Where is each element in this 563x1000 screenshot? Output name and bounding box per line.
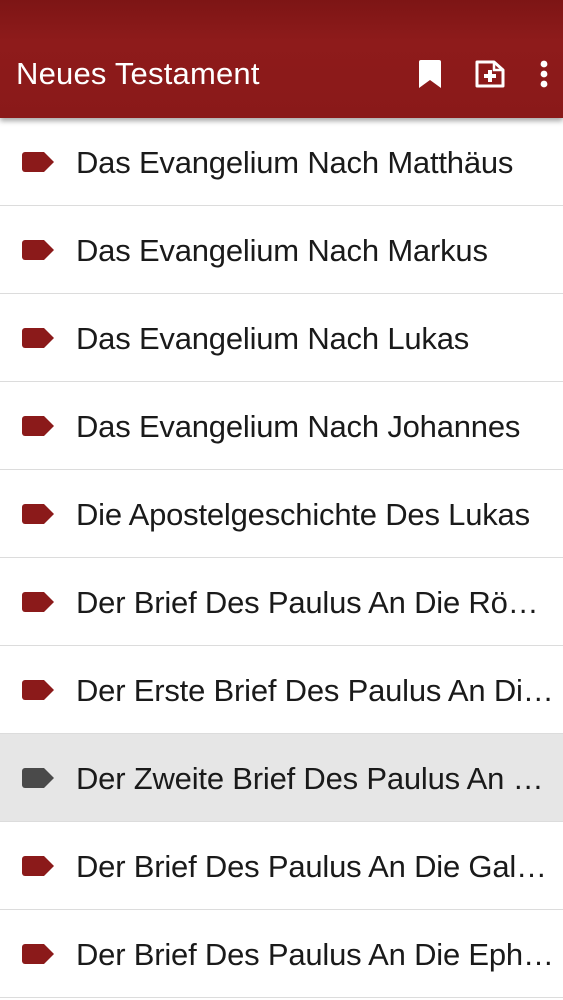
- label-tag-icon: [22, 856, 54, 876]
- bookmark-button[interactable]: [410, 56, 450, 96]
- page-title: Neues Testament: [16, 56, 260, 91]
- list-item[interactable]: Der Erste Brief Des Paulus An Die Korint…: [0, 646, 563, 734]
- label-tag-icon: [22, 768, 54, 788]
- list-item[interactable]: Der Brief Des Paulus An Die Galater: [0, 822, 563, 910]
- list-item[interactable]: Das Evangelium Nach Markus: [0, 206, 563, 294]
- book-title: Die Apostelgeschichte Des Lukas: [76, 497, 530, 532]
- book-title: Das Evangelium Nach Markus: [76, 233, 488, 268]
- book-title: Das Evangelium Nach Matthäus: [76, 145, 514, 180]
- list-item[interactable]: Das Evangelium Nach Johannes: [0, 382, 563, 470]
- book-title: Der Brief Des Paulus An Die Römer: [76, 585, 554, 620]
- label-tag-icon: [22, 328, 54, 348]
- book-title: Der Zweite Brief Des Paulus An Die Korin…: [76, 761, 554, 796]
- app-bar: Neues Testament: [0, 0, 563, 118]
- list-item[interactable]: Der Brief Des Paulus An Die Römer: [0, 558, 563, 646]
- list-item[interactable]: Die Apostelgeschichte Des Lukas: [0, 470, 563, 558]
- book-title: Der Erste Brief Des Paulus An Die Korint…: [76, 673, 554, 708]
- bookmark-icon: [419, 59, 441, 93]
- more-options-button[interactable]: [524, 56, 563, 96]
- book-list: Das Evangelium Nach Matthäus Das Evangeli…: [0, 118, 563, 998]
- list-item[interactable]: Das Evangelium Nach Lukas: [0, 294, 563, 382]
- label-tag-icon: [22, 592, 54, 612]
- more-vert-icon: [540, 60, 548, 93]
- list-item[interactable]: Der Brief Des Paulus An Die Epheser: [0, 910, 563, 998]
- list-item[interactable]: Der Zweite Brief Des Paulus An Die Korin…: [0, 734, 563, 822]
- book-title: Das Evangelium Nach Johannes: [76, 409, 521, 444]
- label-tag-icon: [22, 504, 54, 524]
- book-title: Der Brief Des Paulus An Die Epheser: [76, 937, 554, 972]
- add-note-icon: [474, 60, 506, 93]
- label-tag-icon: [22, 152, 54, 172]
- add-note-button[interactable]: [470, 56, 510, 96]
- label-tag-icon: [22, 680, 54, 700]
- label-tag-icon: [22, 944, 54, 964]
- book-title: Der Brief Des Paulus An Die Galater: [76, 849, 554, 884]
- list-item[interactable]: Das Evangelium Nach Matthäus: [0, 118, 563, 206]
- label-tag-icon: [22, 416, 54, 436]
- label-tag-icon: [22, 240, 54, 260]
- book-title: Das Evangelium Nach Lukas: [76, 321, 470, 356]
